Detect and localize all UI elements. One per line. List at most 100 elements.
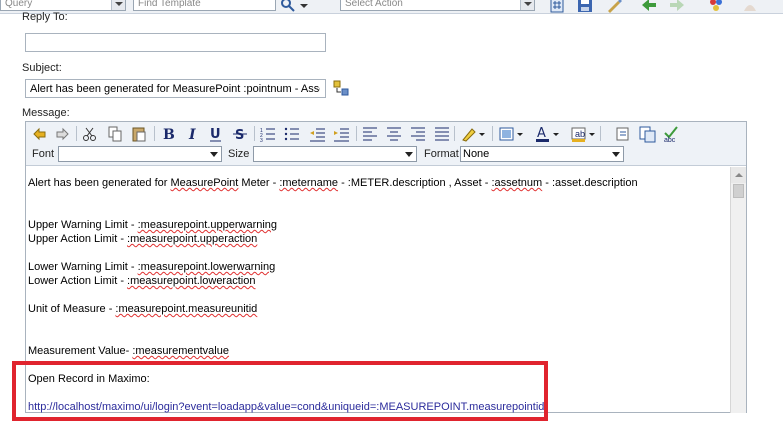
chevron-down-icon	[612, 152, 620, 157]
previous-record-icon[interactable]	[641, 0, 657, 13]
text: - :METER.description , Asset -	[338, 177, 492, 189]
undo-icon[interactable]	[31, 125, 49, 143]
rich-text-toolbar: B I U S 123 A ab abc Font Size Format No…	[26, 122, 746, 166]
text: :assetnum	[491, 177, 543, 189]
new-record-icon[interactable]	[549, 0, 565, 13]
copy-icon[interactable]	[106, 125, 124, 143]
bullet-list-icon[interactable]	[284, 125, 300, 143]
highlight-box	[12, 361, 548, 421]
chevron-down-icon[interactable]	[298, 0, 310, 13]
reply-to-field[interactable]	[25, 33, 326, 52]
scroll-up-icon[interactable]	[731, 167, 746, 183]
svg-text:abc: abc	[664, 137, 676, 143]
subject-value: Alert has been generated for MeasurePoin…	[30, 83, 320, 95]
paste-icon[interactable]	[130, 125, 148, 143]
text: Alert has been generated for	[28, 177, 171, 189]
font-color-icon[interactable]: A	[534, 125, 552, 143]
text: :measurepoint.upperwarning	[137, 219, 278, 231]
message-label: Message:	[22, 107, 70, 119]
chevron-down-icon[interactable]	[478, 125, 486, 143]
text: Measurement Value-	[28, 345, 133, 357]
help-icon[interactable]	[742, 0, 758, 13]
spell-check-icon[interactable]: abc	[662, 125, 680, 143]
select-action-placeholder: Select Action	[345, 0, 403, 9]
size-label: Size	[228, 148, 250, 160]
chevron-down-icon[interactable]	[552, 125, 560, 143]
top-toolbar: Query Find Template Select Action	[0, 0, 783, 14]
align-center-icon[interactable]	[386, 125, 402, 143]
paste-from-word-icon[interactable]	[638, 125, 656, 143]
find-template-placeholder: Find Template	[138, 0, 201, 9]
size-select[interactable]	[253, 146, 417, 162]
chevron-down-icon[interactable]	[516, 125, 524, 143]
text: :measurepoint.loweraction	[127, 275, 256, 287]
body-line-upper-warning: Upper Warning Limit - :measurepoint.uppe…	[28, 219, 277, 231]
subject-label: Subject:	[22, 62, 62, 74]
svg-text:B: B	[163, 127, 175, 143]
text: :measurepoint.measureunitid	[115, 303, 258, 315]
editor-scrollbar[interactable]	[730, 167, 746, 413]
body-line-unit-of-measure: Unit of Measure - :measurepoint.measureu…	[28, 303, 257, 315]
text: Unit of Measure -	[28, 303, 116, 315]
substitution-variables-icon[interactable]	[333, 80, 350, 97]
svg-text:U: U	[210, 127, 221, 142]
search-icon[interactable]	[280, 0, 296, 13]
font-select[interactable]	[58, 146, 222, 162]
cut-icon[interactable]	[81, 125, 99, 143]
body-line-alert: Alert has been generated for MeasurePoin…	[28, 177, 638, 189]
svg-text:3: 3	[260, 138, 263, 143]
align-right-icon[interactable]	[410, 125, 426, 143]
strikethrough-icon[interactable]: S	[232, 125, 248, 143]
outdent-icon[interactable]	[308, 125, 326, 143]
save-icon[interactable]	[577, 0, 593, 13]
text: Meter -	[238, 177, 280, 189]
svg-text:I: I	[188, 127, 196, 143]
text: Lower Warning Limit -	[28, 261, 138, 273]
body-line-upper-action: Upper Action Limit - :measurepoint.upper…	[28, 233, 257, 245]
body-line-lower-action: Lower Action Limit - :measurepoint.lower…	[28, 275, 255, 287]
indent-icon[interactable]	[332, 125, 350, 143]
subject-field[interactable]: Alert has been generated for MeasurePoin…	[25, 79, 326, 98]
chevron-down-icon[interactable]	[588, 125, 596, 143]
query-select[interactable]: Query	[0, 0, 126, 11]
find-template-input[interactable]: Find Template	[133, 0, 276, 11]
select-action-dropdown[interactable]: Select Action	[340, 0, 535, 11]
highlight-pen-icon[interactable]	[460, 125, 478, 143]
body-line-measurement-value: Measurement Value- :measurementvalue	[28, 345, 229, 357]
toolbar-separator	[600, 126, 601, 141]
chevron-down-icon[interactable]	[111, 0, 125, 10]
text: :measurementvalue	[132, 345, 229, 357]
font-label: Font	[32, 148, 55, 160]
underline-icon[interactable]: U	[208, 125, 224, 143]
align-left-icon[interactable]	[362, 125, 378, 143]
format-value: None	[463, 148, 490, 160]
toolbar-separator	[356, 126, 357, 141]
body-line-lower-warning: Lower Warning Limit - :measurepoint.lowe…	[28, 261, 275, 273]
justify-icon[interactable]	[434, 125, 450, 143]
bold-icon[interactable]: B	[160, 125, 176, 143]
text: Upper Action Limit -	[28, 233, 128, 245]
redo-icon[interactable]	[53, 125, 71, 143]
scroll-thumb[interactable]	[733, 184, 744, 198]
text: :metername	[279, 177, 339, 189]
toolbar-separator	[492, 126, 493, 141]
next-record-icon[interactable]	[669, 0, 685, 13]
text: Upper Warning Limit -	[28, 219, 138, 231]
image-icon[interactable]	[498, 125, 516, 143]
toolbar-separator	[454, 126, 455, 141]
italic-icon[interactable]: I	[184, 125, 200, 143]
text: Lower Action Limit -	[28, 275, 128, 287]
svg-text:ab: ab	[575, 129, 585, 139]
chevron-down-icon	[405, 152, 413, 157]
numbered-list-icon[interactable]: 123	[260, 125, 276, 143]
format-select[interactable]: None	[460, 146, 624, 162]
clear-changes-icon[interactable]	[606, 0, 622, 13]
toolbar-separator	[254, 126, 255, 141]
reply-to-label: Reply To:	[22, 11, 68, 23]
workflow-icon[interactable]	[708, 0, 724, 13]
background-color-icon[interactable]: ab	[570, 125, 588, 143]
link-icon[interactable]	[614, 125, 632, 143]
svg-text:A: A	[537, 126, 546, 141]
format-label: Format	[424, 148, 459, 160]
chevron-down-icon[interactable]	[520, 0, 534, 10]
